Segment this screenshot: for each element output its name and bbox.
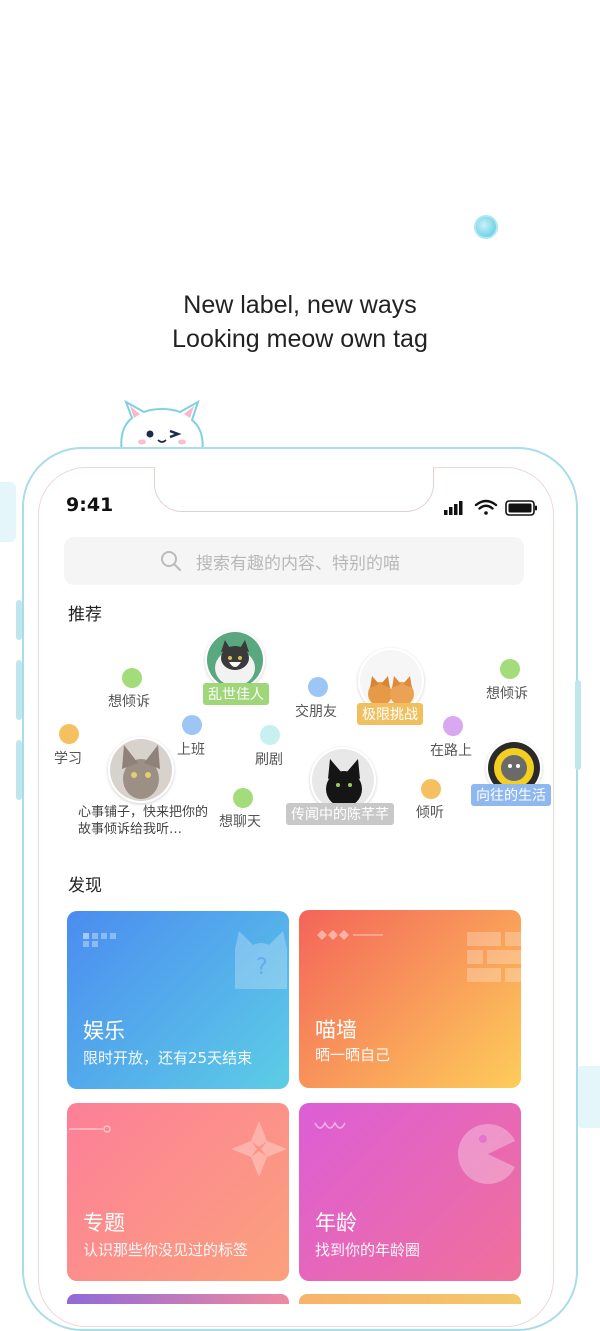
tag-xiangqingsu-2[interactable]: 想倾诉 — [486, 683, 528, 703]
avatar[interactable] — [205, 630, 265, 690]
tag-zailushang[interactable]: 在路上 — [430, 740, 472, 760]
cat-question-icon: ? — [235, 931, 287, 989]
tag-dot[interactable] — [500, 659, 520, 679]
tag-xiangwangdeshenghuo[interactable]: 向往的生活 — [471, 784, 551, 806]
tag-qingting[interactable]: 倾听 — [416, 802, 444, 822]
headline: New label, new ways Looking meow own tag — [0, 288, 600, 356]
phone-power-button — [575, 680, 581, 770]
tag-dot[interactable] — [182, 715, 202, 735]
tag-dot[interactable] — [443, 716, 463, 736]
tag-jixiantiaozhan[interactable]: 极限挑战 — [357, 703, 423, 725]
card-title: 年龄 — [315, 1211, 357, 1235]
cat-photo-icon — [207, 632, 263, 688]
tag-dot[interactable] — [308, 677, 328, 697]
card-subtitle: 晒一晒自己 — [315, 1046, 391, 1064]
headline-line-2: Looking meow own tag — [172, 325, 428, 353]
cat-mascot-icon — [120, 399, 204, 454]
card-subtitle: 限时开放，还有25天结束 — [83, 1049, 253, 1067]
phone-volume-button — [16, 660, 22, 720]
search-placeholder: 搜索有趣的内容、特别的喵 — [196, 554, 400, 574]
phone-side-button — [16, 600, 22, 640]
card-title: 专题 — [83, 1211, 125, 1235]
compass-shape-icon — [231, 1121, 287, 1177]
card-title: 娱乐 — [83, 1019, 125, 1043]
tag-shangban[interactable]: 上班 — [177, 739, 205, 759]
card-subtitle: 找到你的年龄圈 — [315, 1241, 421, 1259]
tag-dot[interactable] — [233, 788, 253, 808]
black-cat-photo-icon — [312, 749, 374, 811]
tag-xianglaotian[interactable]: 想聊天 — [219, 811, 261, 831]
card-topics[interactable]: 专题 认识那些你没见过的标签 — [67, 1103, 289, 1281]
tag-luanshijiaren[interactable]: 乱世佳人 — [203, 683, 269, 705]
tag-xiangqingsu[interactable]: 想倾诉 — [108, 691, 150, 711]
tag-jiaopengyou[interactable]: 交朋友 — [295, 701, 337, 721]
discover-title: 发现 — [68, 876, 102, 896]
card-subtitle: 认识那些你没见过的标签 — [83, 1241, 249, 1259]
brick-wall-icon — [467, 932, 521, 982]
tag-shuaju[interactable]: 刷剧 — [255, 749, 283, 769]
grid-decoration-icon — [83, 933, 116, 947]
line-decoration-icon — [69, 1125, 111, 1133]
card-title: 喵墙 — [315, 1018, 357, 1042]
tag-dot[interactable] — [421, 779, 441, 799]
side-decoration-left — [0, 482, 16, 542]
status-icons — [444, 499, 537, 516]
svg-text:?: ? — [256, 955, 268, 980]
diamond-decoration-icon — [317, 930, 383, 940]
phone-notch — [154, 467, 434, 512]
wave-decoration-icon — [314, 1121, 346, 1129]
card-partial[interactable] — [299, 1294, 521, 1304]
card-entertainment[interactable]: ? 娱乐 限时开放，还有25天结束 — [67, 911, 289, 1089]
tag-chuanwenzhongdechenqianqian[interactable]: 传闻中的陈芊芊 — [286, 803, 394, 825]
battery-icon — [505, 500, 537, 516]
signal-icon — [444, 501, 463, 515]
headline-line-1: New label, new ways — [183, 291, 417, 319]
tag-dot[interactable] — [59, 724, 79, 744]
tag-dot[interactable] — [260, 725, 280, 745]
story-text[interactable]: 心事铺子，快来把你的故事倾诉给我听… — [78, 804, 208, 838]
card-age[interactable]: 年龄 找到你的年龄圈 — [299, 1103, 521, 1281]
sphynx-cat-photo-icon — [110, 739, 172, 801]
tag-dot[interactable] — [122, 668, 142, 688]
status-time: 9:41 — [66, 494, 114, 516]
pacman-icon — [457, 1124, 515, 1184]
card-meow-wall[interactable]: 喵墙 晒一晒自己 — [299, 910, 521, 1088]
avatar[interactable] — [108, 737, 174, 803]
phone-volume-button — [16, 740, 22, 800]
card-partial[interactable] — [67, 1294, 289, 1304]
tag-xuexi[interactable]: 学习 — [54, 748, 82, 768]
side-decoration-right — [576, 1066, 600, 1128]
wifi-icon — [474, 499, 498, 515]
search-icon — [161, 551, 181, 571]
bubble-decoration — [474, 215, 498, 239]
recommend-title: 推荐 — [68, 605, 102, 625]
